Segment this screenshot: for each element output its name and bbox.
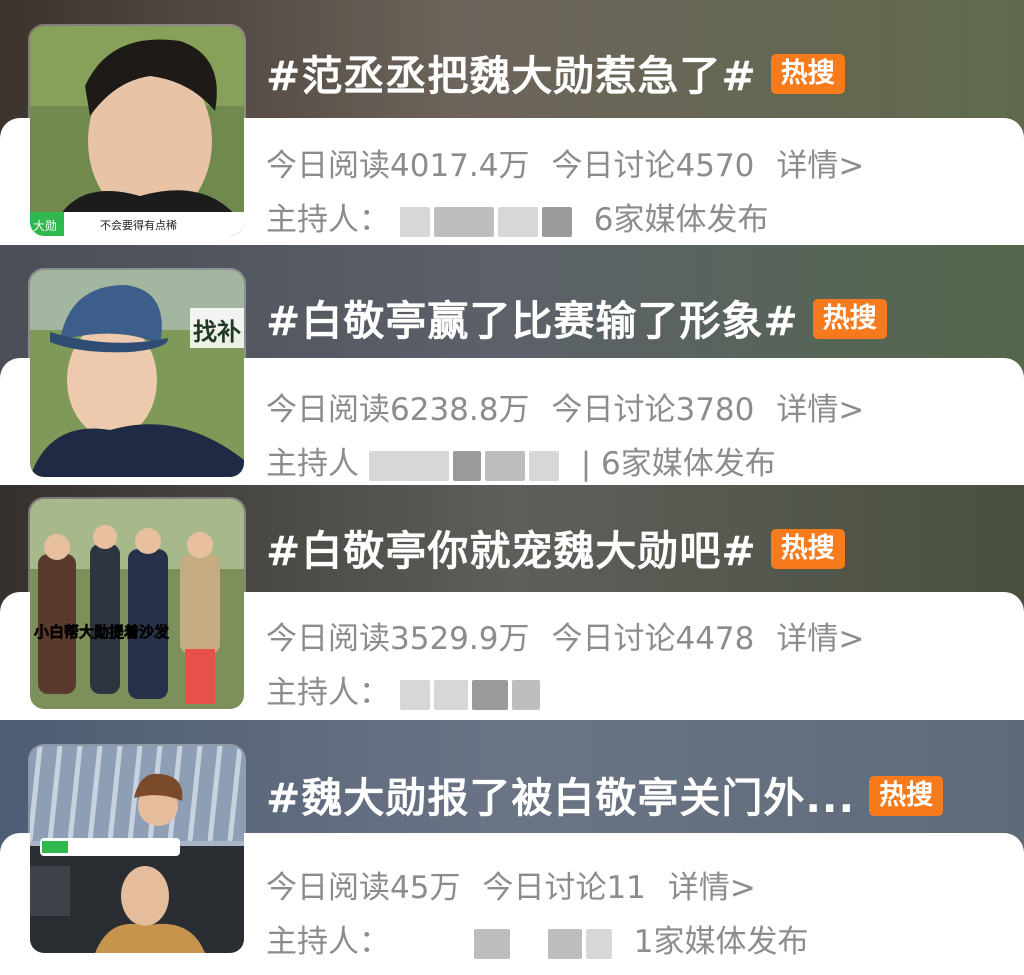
hot-badge: 热搜 bbox=[812, 299, 887, 339]
details-link[interactable]: 详情> bbox=[776, 621, 864, 657]
thumbnail-image bbox=[30, 746, 244, 953]
redacted-block bbox=[484, 450, 525, 481]
media-count: 1家媒体发布 bbox=[633, 924, 809, 960]
discussion-count: 今日讨论3780 bbox=[551, 392, 755, 428]
redacted-block bbox=[528, 450, 559, 481]
topic-thumbnail[interactable] bbox=[30, 746, 244, 953]
discussion-count: 今日讨论4570 bbox=[551, 148, 755, 184]
media-count: | 6家媒体发布 bbox=[580, 446, 776, 482]
redacted-block bbox=[585, 928, 612, 959]
topic-row[interactable]: 大勋 不会要得有点稀 #范丞丞把魏大勋惹急了# 热搜 今日阅读4017.4万 今日讨… bbox=[0, 0, 1024, 245]
details-link[interactable]: 详情> bbox=[776, 392, 864, 428]
topic-stats: 今日阅读3529.9万 今日讨论4478 详情> bbox=[266, 613, 886, 658]
topic-row[interactable]: 找补 #白敬亭赢了比赛输了形象# 热搜 今日阅读6238.8万 今日讨论3780 详情… bbox=[0, 245, 1024, 485]
thumbnail-image: 大勋 不会要得有点稀 bbox=[30, 26, 244, 236]
host-line: 主持人： bbox=[266, 667, 544, 712]
thumbnail-image: 找补 bbox=[30, 270, 244, 477]
read-count: 今日阅读45万 bbox=[266, 870, 461, 906]
redacted-block bbox=[497, 206, 538, 237]
topic-stats: 今日阅读45万 今日讨论11 详情> bbox=[266, 862, 778, 907]
redacted-block bbox=[514, 929, 544, 959]
topic-row[interactable]: 小白帮大勋提着沙发 #白敬亭你就宠魏大勋吧# 热搜 今日阅读3529.9万 今日讨论… bbox=[0, 485, 1024, 720]
topic-stats: 今日阅读4017.4万 今日讨论4570 详情> bbox=[266, 140, 886, 185]
read-count: 今日阅读3529.9万 bbox=[266, 621, 530, 657]
host-line: 主持人 | 6家媒体发布 bbox=[266, 438, 776, 483]
topic-stats: 今日阅读6238.8万 今日讨论3780 详情> bbox=[266, 384, 886, 429]
redacted-block bbox=[400, 929, 470, 959]
hot-badge: 热搜 bbox=[770, 529, 845, 569]
host-label: 主持人： bbox=[266, 924, 390, 960]
redacted-block bbox=[473, 928, 510, 959]
topic-thumbnail[interactable]: 找补 bbox=[30, 270, 244, 477]
svg-text:大勋: 大勋 bbox=[33, 219, 57, 233]
svg-text:找补: 找补 bbox=[193, 318, 241, 346]
hot-badge: 热搜 bbox=[770, 54, 845, 94]
topic-title-text[interactable]: #白敬亭赢了比赛输了形象# bbox=[266, 297, 799, 345]
redacted-block bbox=[511, 679, 540, 710]
discussion-count: 今日讨论4478 bbox=[551, 621, 755, 657]
hot-topics-screenshot: 大勋 不会要得有点稀 #范丞丞把魏大勋惹急了# 热搜 今日阅读4017.4万 今日讨… bbox=[0, 0, 1024, 975]
topic-title-2[interactable]: #白敬亭赢了比赛输了形象# 热搜 bbox=[266, 287, 887, 347]
read-count: 今日阅读4017.4万 bbox=[266, 148, 530, 184]
host-line: 主持人： 6家媒体发布 bbox=[266, 194, 768, 239]
discussion-count: 今日讨论11 bbox=[482, 870, 646, 906]
topic-row[interactable]: #魏大勋报了被白敬亭关门外... 热搜 今日阅读45万 今日讨论11 详情> 主持人：… bbox=[0, 720, 1024, 975]
svg-text:小白帮大勋提着沙发: 小白帮大勋提着沙发 bbox=[34, 623, 170, 641]
topic-title-text[interactable]: #魏大勋报了被白敬亭关门外... bbox=[266, 774, 855, 822]
read-count: 今日阅读6238.8万 bbox=[266, 392, 530, 428]
redacted-block bbox=[452, 450, 481, 481]
details-link[interactable]: 详情> bbox=[776, 148, 864, 184]
topic-title-text[interactable]: #范丞丞把魏大勋惹急了# bbox=[266, 52, 757, 100]
redacted-block bbox=[433, 206, 494, 237]
media-count: 6家媒体发布 bbox=[593, 202, 769, 238]
topic-title-1[interactable]: #范丞丞把魏大勋惹急了# 热搜 bbox=[266, 42, 845, 102]
redacted-block bbox=[541, 206, 572, 237]
hot-badge: 热搜 bbox=[869, 776, 944, 816]
thumbnail-image: 小白帮大勋提着沙发 bbox=[30, 499, 244, 709]
redacted-block bbox=[547, 928, 582, 959]
topic-title-3[interactable]: #白敬亭你就宠魏大勋吧# 热搜 bbox=[266, 517, 845, 577]
host-label: 主持人： bbox=[266, 202, 390, 238]
redacted-block bbox=[368, 450, 449, 481]
redacted-block bbox=[399, 679, 430, 710]
details-link[interactable]: 详情> bbox=[668, 870, 756, 906]
topic-thumbnail[interactable]: 大勋 不会要得有点稀 bbox=[30, 26, 244, 236]
topic-title-text[interactable]: #白敬亭你就宠魏大勋吧# bbox=[266, 527, 757, 575]
host-label: 主持人： bbox=[266, 675, 390, 711]
redacted-block bbox=[399, 206, 430, 237]
redacted-block bbox=[433, 679, 468, 710]
topic-thumbnail[interactable]: 小白帮大勋提着沙发 bbox=[30, 499, 244, 709]
host-line: 主持人： 1家媒体发布 bbox=[266, 916, 808, 961]
host-label: 主持人 bbox=[266, 446, 359, 482]
redacted-block bbox=[471, 679, 508, 710]
svg-text:不会要得有点稀: 不会要得有点稀 bbox=[100, 218, 177, 232]
topic-title-4[interactable]: #魏大勋报了被白敬亭关门外... 热搜 bbox=[266, 764, 944, 824]
